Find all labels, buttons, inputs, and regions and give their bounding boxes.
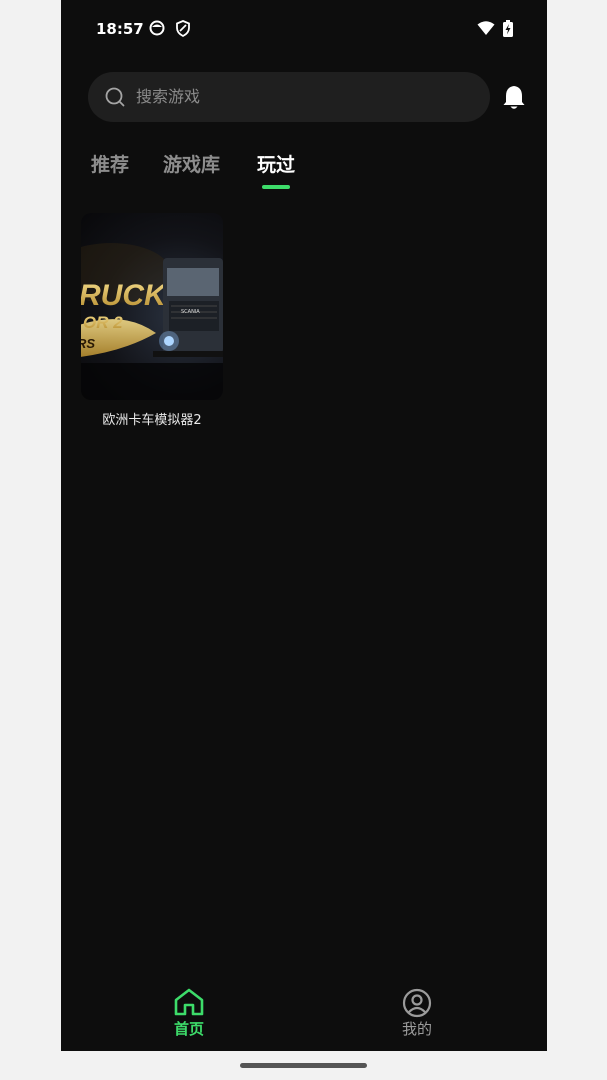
- cover-badge-text: RS: [81, 336, 95, 351]
- app-screen: 18:57 搜索游戏 推荐 游戏库 玩过 RUCK OR 2 S SCANIA …: [61, 0, 547, 1051]
- game-card[interactable]: RUCK OR 2 RS SCANIA 欧洲卡: [81, 213, 223, 428]
- notification-app-icon: [149, 20, 165, 36]
- tab-recommend[interactable]: 推荐: [91, 150, 129, 177]
- game-cover-image[interactable]: RUCK OR 2 RS SCANIA: [81, 213, 223, 400]
- user-profile-icon: [402, 988, 432, 1018]
- nav-mine-label: 我的: [401, 1020, 432, 1038]
- status-bar: 18:57: [61, 0, 547, 60]
- active-tab-indicator: [262, 185, 290, 189]
- nav-mine[interactable]: 我的: [367, 980, 467, 1039]
- bottom-navigation: 首页 我的: [61, 980, 547, 1051]
- truck-illustration: SCANIA: [153, 258, 223, 357]
- search-bar[interactable]: 搜索游戏: [88, 72, 490, 122]
- status-time: 18:57: [96, 20, 144, 38]
- search-icon: [105, 87, 125, 107]
- notification-bell-icon[interactable]: [502, 84, 526, 110]
- game-cover-artwork: RUCK OR 2 RS SCANIA: [81, 243, 223, 400]
- nav-home[interactable]: 首页: [139, 980, 239, 1039]
- tab-played[interactable]: 玩过: [257, 150, 295, 177]
- category-tabs: 推荐 游戏库 玩过: [61, 145, 547, 195]
- cover-subtitle-text: OR 2: [83, 313, 123, 332]
- gesture-home-indicator[interactable]: [240, 1063, 367, 1068]
- home-icon: [174, 988, 204, 1016]
- cover-title-text: RUCK: [81, 279, 168, 312]
- game-name[interactable]: 欧洲卡车模拟器2: [81, 409, 223, 428]
- shield-icon: [176, 20, 190, 37]
- search-input[interactable]: 搜索游戏: [136, 72, 200, 122]
- truck-brand-text: SCANIA: [181, 309, 200, 315]
- nav-home-label: 首页: [173, 1020, 204, 1038]
- tab-game-library[interactable]: 游戏库: [163, 150, 220, 177]
- battery-charging-icon: [503, 20, 513, 37]
- wifi-icon: [477, 21, 495, 35]
